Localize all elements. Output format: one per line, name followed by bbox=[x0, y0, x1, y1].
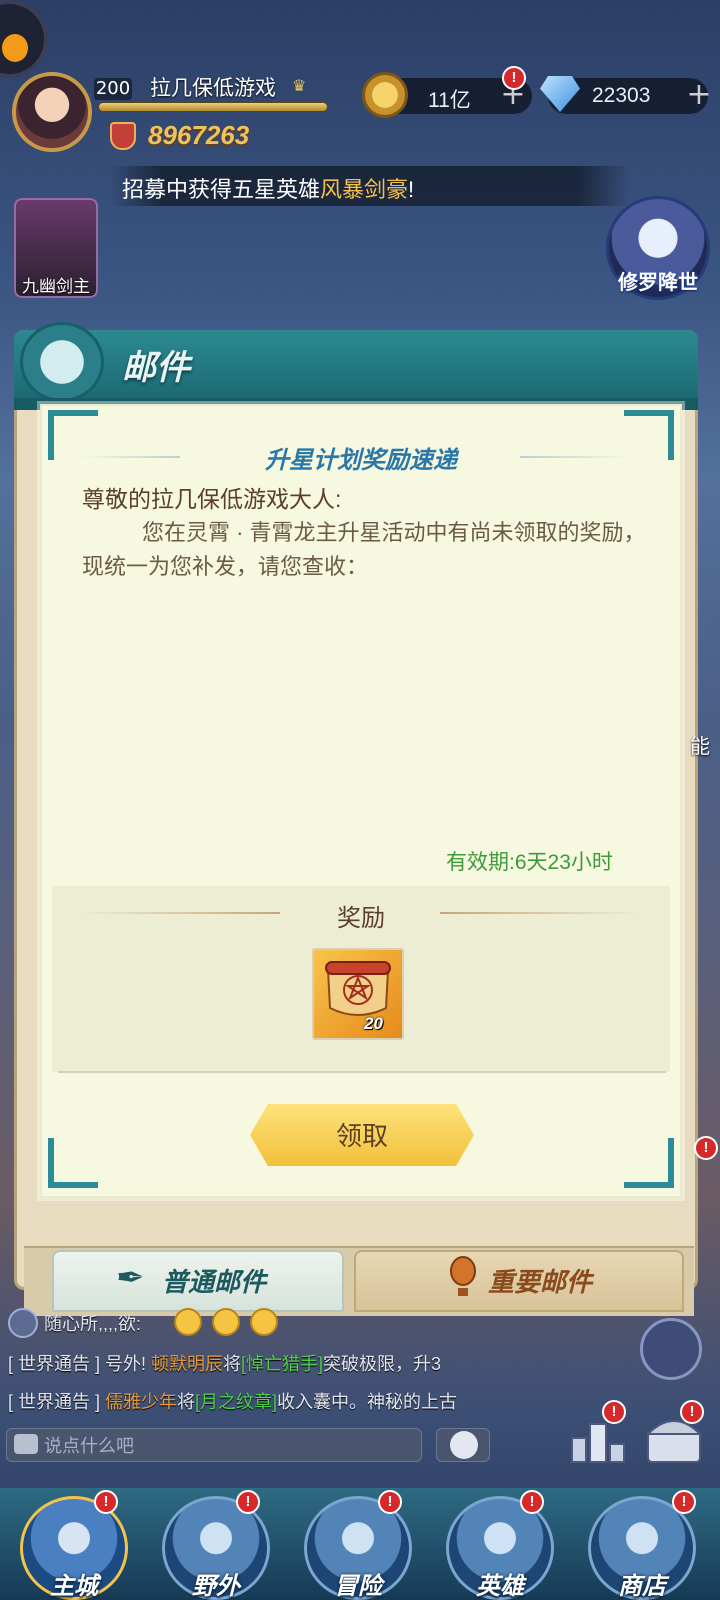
announcement-suffix: ! bbox=[408, 177, 415, 202]
corner-ornament bbox=[624, 1138, 674, 1188]
notice-item: [月之纹章] bbox=[195, 1392, 278, 1412]
menu-mascot-icon[interactable] bbox=[0, 0, 48, 78]
notice-tag: [ 世界通告 ] bbox=[8, 1354, 101, 1374]
nav-main-city-label: 主城 bbox=[50, 1573, 98, 1600]
xp-bar bbox=[98, 102, 328, 112]
combat-power: 8967263 bbox=[148, 120, 250, 150]
mail-title: 邮件 bbox=[122, 349, 190, 387]
world-notice-1[interactable]: [ 世界通告 ] 号外! 顿默明辰将[悼亡猎手]突破极限，升3 bbox=[8, 1350, 488, 1376]
gold-coin-icon bbox=[362, 72, 408, 118]
friends-button[interactable] bbox=[640, 1318, 702, 1380]
laugh-emoji-icon bbox=[250, 1308, 278, 1336]
world-notice-2[interactable]: [ 世界通告 ] 儒雅少年将[月之纹章]收入囊中。神秘的上古 bbox=[8, 1388, 488, 1414]
crown-icon: ♛ bbox=[292, 76, 307, 95]
chest-badge: ! bbox=[680, 1400, 704, 1424]
gold-amount: 11亿 bbox=[428, 89, 471, 112]
notice-text: 收入囊中。神秘的上古 bbox=[277, 1392, 458, 1412]
envelope-icon bbox=[20, 322, 104, 402]
gem-amount: 22303 bbox=[592, 84, 651, 107]
notice-text: 将 bbox=[177, 1392, 196, 1412]
reward-separator bbox=[58, 1071, 666, 1073]
nav-wilderness-badge: ! bbox=[236, 1490, 260, 1514]
chat-message-user: 随心所,,,,欲: bbox=[44, 1314, 142, 1334]
balloon-icon bbox=[450, 1256, 476, 1296]
add-gems-button[interactable]: + bbox=[684, 80, 714, 110]
expiry-label: 有效期:6天23小时 bbox=[446, 851, 613, 874]
claim-button-label: 领取 bbox=[335, 1121, 388, 1151]
player-name: 拉几保低游戏 bbox=[150, 77, 276, 100]
side-alert-badge: ! bbox=[694, 1136, 718, 1160]
side-edge-label: 能 bbox=[690, 736, 710, 758]
notice-tag: [ 世界通告 ] bbox=[8, 1392, 101, 1412]
scroll-icon bbox=[325, 961, 391, 1016]
nav-heroes-badge: ! bbox=[520, 1490, 544, 1514]
notice-text: 号外! bbox=[100, 1354, 152, 1374]
tab-normal-mail-label: 普通邮件 bbox=[162, 1267, 267, 1297]
power-shield-icon bbox=[110, 122, 136, 150]
announcement-prefix: 招募中获得五星英雄 bbox=[122, 177, 321, 202]
player-avatar[interactable] bbox=[12, 72, 92, 152]
chat-input-placeholder: 说点什么吧 bbox=[44, 1436, 134, 1456]
nav-adventure-label: 冒险 bbox=[334, 1573, 382, 1600]
notice-player: 顿默明辰 bbox=[151, 1354, 224, 1374]
nav-wilderness-label: 野外 bbox=[192, 1573, 240, 1600]
notice-text: 突破极限，升3 bbox=[323, 1354, 442, 1374]
reward-title: 奖励 bbox=[337, 905, 385, 932]
nav-heroes-label: 英雄 bbox=[476, 1573, 524, 1600]
boss-event-label: 修罗降世 bbox=[618, 272, 698, 294]
nav-shop-label: 商店 bbox=[618, 1573, 666, 1600]
ranking-badge: ! bbox=[602, 1400, 626, 1424]
notice-player: 儒雅少年 bbox=[105, 1392, 178, 1412]
gold-alert-badge: ! bbox=[502, 66, 526, 90]
chat-user-avatar[interactable] bbox=[8, 1308, 38, 1338]
announcement-hero: 风暴剑豪 bbox=[320, 177, 409, 202]
letter-title: 升星计划奖励速递 bbox=[265, 447, 457, 474]
corner-ornament bbox=[48, 1138, 98, 1188]
laugh-emoji-icon bbox=[212, 1308, 240, 1336]
announcement-text: 招募中获得五星英雄风暴剑豪! bbox=[122, 172, 414, 204]
player-level: 200 bbox=[94, 78, 132, 100]
notice-text: 将 bbox=[223, 1354, 242, 1374]
letter-body: 您在灵霄 · 青霄龙主升星活动中有尚未领取的奖励，现统一为您补发，请您查收： bbox=[82, 520, 646, 579]
nav-shop-badge: ! bbox=[672, 1490, 696, 1514]
nav-main-city-badge: ! bbox=[94, 1490, 118, 1514]
mail-header bbox=[14, 330, 698, 398]
tab-important-mail-label: 重要邮件 bbox=[488, 1267, 593, 1297]
smiley-icon bbox=[450, 1431, 478, 1459]
reward-count: 20 bbox=[364, 1014, 383, 1033]
letter-greeting: 尊敬的拉几保低游戏大人: bbox=[82, 486, 342, 512]
quill-icon: ✒ bbox=[116, 1258, 145, 1298]
hero-card-label: 九幽剑主 bbox=[22, 277, 90, 296]
notice-item: [悼亡猎手] bbox=[241, 1354, 324, 1374]
nav-adventure-badge: ! bbox=[378, 1490, 402, 1514]
laugh-emoji-icon bbox=[174, 1308, 202, 1336]
chat-bubble-icon bbox=[14, 1434, 38, 1454]
